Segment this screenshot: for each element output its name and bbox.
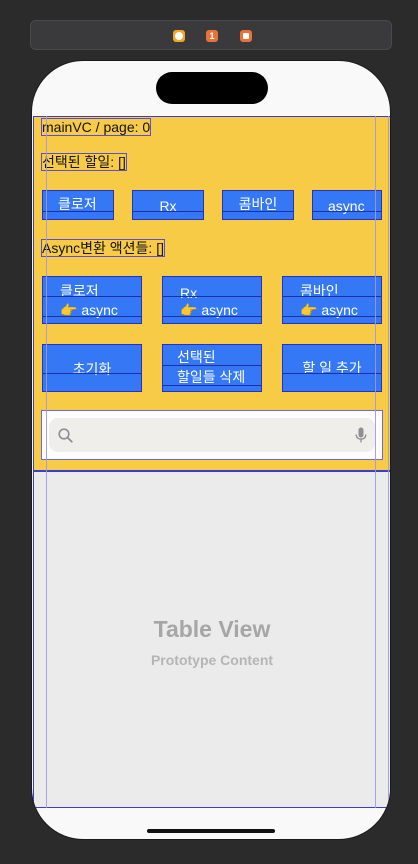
button-divider (283, 296, 381, 297)
rx-button[interactable]: Rx (132, 190, 204, 220)
table-view[interactable]: Table View Prototype Content (33, 471, 390, 808)
button-divider (43, 296, 141, 297)
editor-toolbar: 1 (30, 20, 392, 50)
async-button[interactable]: async (312, 190, 382, 220)
button-divider (223, 211, 293, 212)
header-panel: mainVC / page: 0 선택된 할일: [] 클로저 Rx 콤바인 a… (33, 116, 390, 471)
button-divider (133, 211, 203, 212)
button-divider (43, 373, 141, 374)
closure-button-label: 클로저 (58, 196, 97, 212)
search-bar (41, 410, 383, 460)
rx-async-title: Rx (180, 285, 198, 301)
add-todo-button[interactable]: 할 일 추가 (282, 344, 382, 392)
layout-guide-edge (388, 116, 389, 808)
home-indicator (147, 829, 275, 833)
button-divider (313, 211, 381, 212)
first-responder-icon[interactable]: 1 (206, 30, 218, 42)
table-view-subtitle: Prototype Content (150, 652, 274, 668)
button-divider (163, 316, 261, 317)
rx-async-button[interactable]: Rx 👉 async (162, 276, 262, 324)
async-actions-label: Async변환 액션들: [] (41, 239, 165, 257)
table-view-title: Table View (153, 616, 271, 642)
button-divider (283, 373, 381, 374)
exit-icon[interactable] (240, 30, 252, 42)
reset-button[interactable]: 초기화 (42, 344, 142, 392)
button-divider (43, 316, 141, 317)
search-field-container[interactable] (49, 418, 375, 454)
reset-button-label: 초기화 (72, 361, 112, 377)
delete-selected-title: 선택된 (177, 349, 216, 365)
layout-guide-left (46, 116, 47, 808)
microphone-icon[interactable] (355, 427, 367, 444)
search-icon (58, 428, 73, 443)
combine-button[interactable]: 콤바인 (222, 190, 294, 220)
search-input[interactable] (79, 418, 343, 454)
combine-async-button[interactable]: 콤바인 👉 async (282, 276, 382, 324)
closure-button[interactable]: 클로저 (42, 190, 114, 220)
layout-guide-right (375, 116, 376, 808)
button-divider (163, 365, 261, 366)
delete-selected-button[interactable]: 선택된 할일들 삭제 (162, 344, 262, 392)
combine-button-label: 콤바인 (238, 196, 278, 212)
button-divider (163, 385, 261, 386)
button-divider (163, 296, 261, 297)
view-controller-icon[interactable] (173, 30, 185, 42)
delete-selected-subtitle: 할일들 삭제 (177, 369, 246, 385)
dynamic-island (156, 72, 268, 104)
closure-async-button[interactable]: 클로저 👉 async (42, 276, 142, 324)
button-divider (43, 211, 113, 212)
button-divider (283, 316, 381, 317)
selected-todos-label: 선택된 할일: [] (41, 153, 127, 171)
page-label: mainVC / page: 0 (40, 118, 152, 136)
device-frame: mainVC / page: 0 선택된 할일: [] 클로저 Rx 콤바인 a… (31, 60, 391, 840)
